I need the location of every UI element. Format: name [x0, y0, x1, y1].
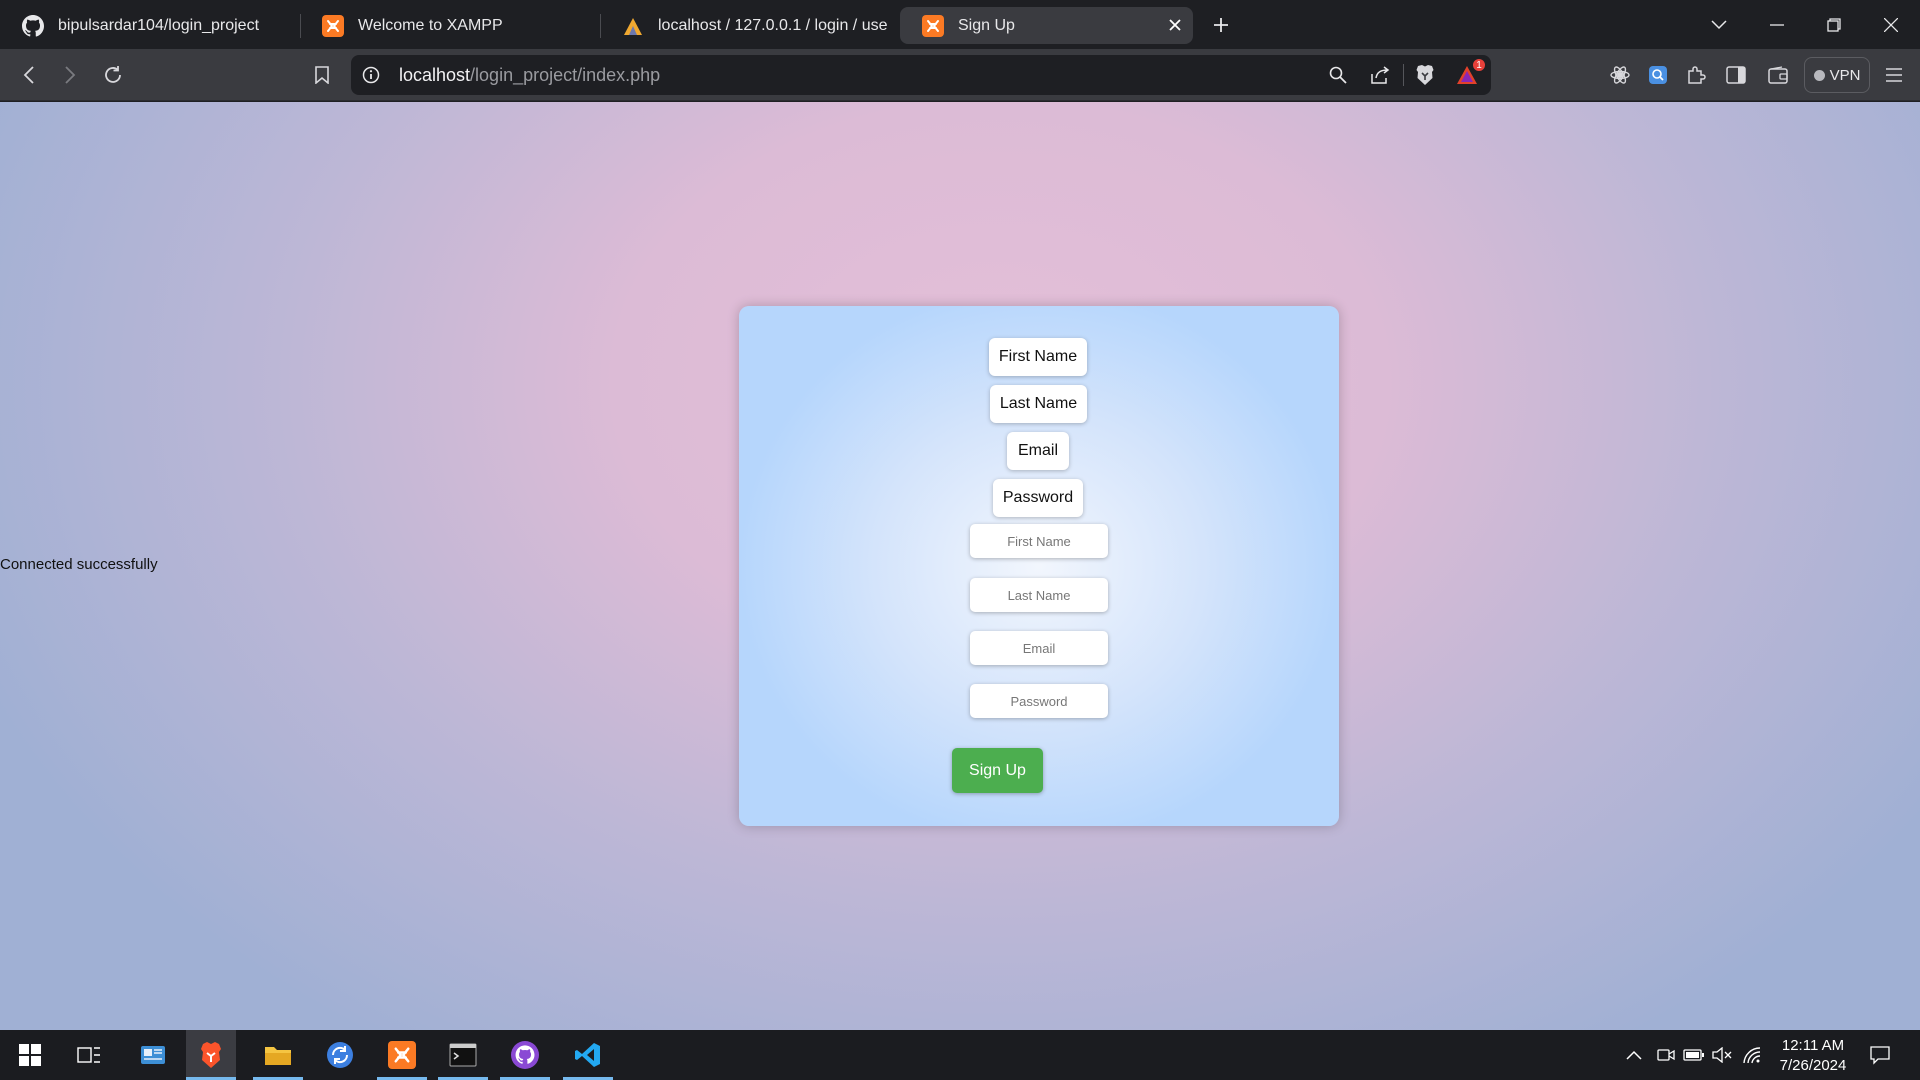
- tab-phpmyadmin[interactable]: localhost / 127.0.0.1 / login / userde: [600, 7, 888, 44]
- sync-app-icon[interactable]: [315, 1030, 365, 1080]
- new-tab-button[interactable]: [1206, 10, 1236, 40]
- vpn-status-icon: [1813, 69, 1825, 81]
- windows-taskbar: 12:11 AM 7/26/2024: [0, 1030, 1920, 1080]
- wallet-icon[interactable]: [1762, 59, 1794, 91]
- meet-now-icon[interactable]: [1654, 1043, 1678, 1067]
- brave-browser-taskbar-icon[interactable]: [186, 1030, 236, 1080]
- address-bar[interactable]: localhost/login_project/index.php 1: [351, 55, 1491, 95]
- file-explorer-icon[interactable]: [253, 1030, 303, 1080]
- password-label: Password: [993, 479, 1083, 517]
- close-window-button[interactable]: [1876, 10, 1906, 40]
- volume-muted-icon[interactable]: [1710, 1043, 1734, 1067]
- terminal-icon[interactable]: [438, 1030, 488, 1080]
- leo-ai-icon[interactable]: [1604, 59, 1636, 91]
- tab-search-chevron-icon[interactable]: [1704, 10, 1734, 40]
- share-icon[interactable]: [1365, 59, 1397, 91]
- bookmark-icon[interactable]: [306, 59, 338, 91]
- vscode-icon[interactable]: [563, 1030, 613, 1080]
- sidebar-toggle-icon[interactable]: [1720, 59, 1752, 91]
- extensions-puzzle-icon[interactable]: [1680, 59, 1712, 91]
- tab-github[interactable]: bipulsardar104/login_project: [0, 7, 300, 44]
- clock-time: 12:11 AM: [1781, 1037, 1845, 1054]
- tab-title: localhost / 127.0.0.1 / login / userde: [658, 16, 888, 34]
- email-input[interactable]: [970, 631, 1108, 665]
- system-clock[interactable]: 12:11 AM 7/26/2024: [1768, 1036, 1858, 1076]
- vpn-button[interactable]: VPN: [1804, 57, 1870, 93]
- url-path: /login_project/index.php: [470, 65, 661, 85]
- menu-hamburger-icon[interactable]: [1878, 59, 1910, 91]
- first-name-label: First Name: [989, 338, 1087, 376]
- xampp-icon: [322, 14, 344, 37]
- tab-strip: bipulsardar104/login_project Welcome to …: [0, 0, 1920, 49]
- last-name-label: Last Name: [990, 385, 1087, 423]
- tab-title: Welcome to XAMPP: [358, 16, 503, 34]
- url-host: localhost: [399, 65, 471, 85]
- brave-rewards-icon[interactable]: 1: [1451, 57, 1487, 91]
- translate-extension-icon[interactable]: [1642, 59, 1674, 91]
- wifi-icon[interactable]: [1740, 1043, 1764, 1067]
- battery-icon[interactable]: [1682, 1043, 1706, 1067]
- url-text[interactable]: localhost/login_project/index.php: [399, 65, 660, 86]
- github-desktop-icon[interactable]: [500, 1030, 550, 1080]
- site-info-icon[interactable]: [355, 59, 387, 91]
- start-button[interactable]: [5, 1030, 55, 1080]
- tab-title: bipulsardar104/login_project: [58, 16, 260, 34]
- email-label: Email: [1007, 432, 1069, 470]
- reload-button[interactable]: [97, 59, 129, 91]
- show-hidden-icons-chevron[interactable]: [1622, 1043, 1646, 1067]
- control-panel-icon[interactable]: [128, 1030, 178, 1080]
- minimize-window-button[interactable]: [1762, 10, 1792, 40]
- zoom-icon[interactable]: [1322, 59, 1354, 91]
- password-input[interactable]: [970, 684, 1108, 718]
- restore-window-button[interactable]: [1819, 10, 1849, 40]
- connection-status-text: Connected successfully: [0, 556, 158, 573]
- back-button[interactable]: [13, 59, 45, 91]
- brave-shields-icon[interactable]: [1409, 59, 1441, 91]
- browser-toolbar: localhost/login_project/index.php 1 VPN: [0, 49, 1920, 101]
- last-name-input[interactable]: [970, 578, 1108, 612]
- vpn-label: VPN: [1829, 66, 1861, 84]
- forward-button[interactable]: [54, 59, 86, 91]
- signup-form-card: First Name Last Name Email Password Sign…: [739, 306, 1339, 826]
- task-view-icon[interactable]: [64, 1030, 114, 1080]
- xampp-control-icon[interactable]: [377, 1030, 427, 1080]
- sign-up-button[interactable]: Sign Up: [952, 748, 1043, 793]
- rewards-badge: 1: [1471, 57, 1487, 73]
- tab-sign-up[interactable]: Sign Up: [900, 7, 1193, 44]
- tab-xampp-welcome[interactable]: Welcome to XAMPP: [300, 7, 600, 44]
- phpmyadmin-icon: [622, 15, 644, 37]
- clock-date: 7/26/2024: [1779, 1057, 1847, 1074]
- xampp-icon: [922, 14, 944, 37]
- tab-title: Sign Up: [958, 16, 1015, 34]
- page-viewport: Connected successfully First Name Last N…: [0, 102, 1920, 1030]
- omnibox-divider: [1403, 64, 1404, 86]
- close-tab-icon[interactable]: [1165, 15, 1185, 35]
- notifications-icon[interactable]: [1868, 1043, 1892, 1067]
- github-icon: [22, 14, 44, 37]
- first-name-input[interactable]: [970, 524, 1108, 558]
